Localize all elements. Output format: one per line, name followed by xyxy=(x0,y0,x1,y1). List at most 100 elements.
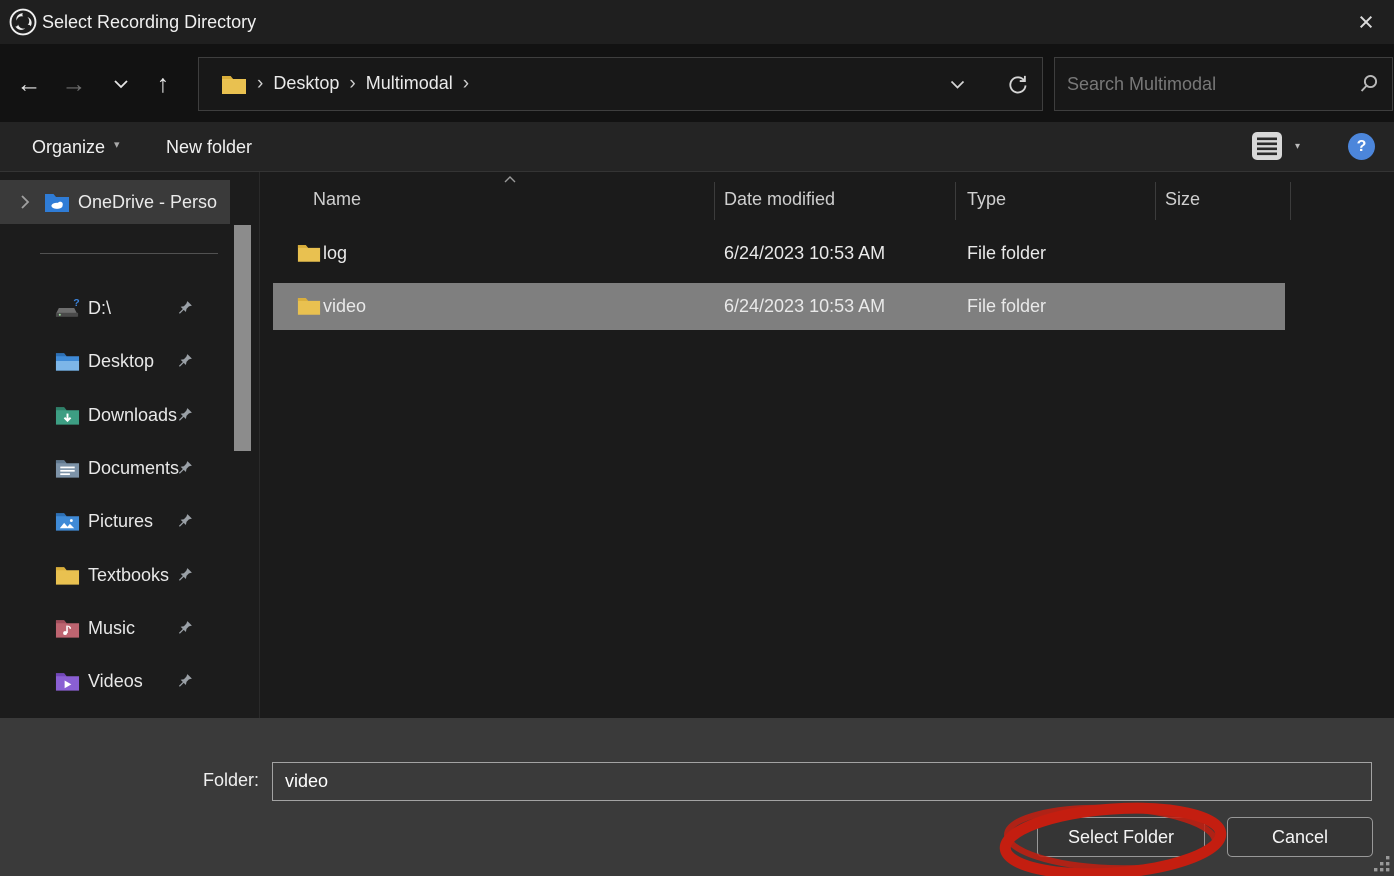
help-button[interactable]: ? xyxy=(1348,133,1375,160)
sidebar-item-label: OneDrive - Perso xyxy=(78,192,217,213)
organize-label: Organize xyxy=(32,137,105,158)
search-icon[interactable] xyxy=(1358,73,1380,95)
pin-icon[interactable] xyxy=(176,619,194,637)
sidebar-item-videos[interactable]: Videos xyxy=(0,661,230,701)
recent-locations-button[interactable] xyxy=(103,66,139,102)
sidebar-item-desktop[interactable]: Desktop xyxy=(0,341,230,381)
refresh-button[interactable] xyxy=(1000,67,1034,101)
organize-button[interactable]: Organize ▾ xyxy=(32,122,120,172)
breadcrumb: ›Desktop›Multimodal› xyxy=(247,73,479,95)
sidebar-item-d[interactable]: ? D:\ xyxy=(0,288,230,328)
view-mode-button[interactable]: ▾ xyxy=(1251,131,1300,161)
breadcrumb-separator-icon: › xyxy=(257,73,263,94)
folder-field-label: Folder: xyxy=(203,770,259,791)
column-header-date-modified[interactable]: Date modified xyxy=(724,176,835,222)
folder-plain-icon xyxy=(297,295,321,316)
folder-icon xyxy=(221,73,247,95)
sidebar-item-documents[interactable]: Documents xyxy=(0,448,230,488)
pin-icon[interactable] xyxy=(176,512,194,530)
folder-desktop-icon xyxy=(55,350,80,372)
sidebar-item-label: Desktop xyxy=(88,351,154,372)
dialog-footer: Folder: Select Folder Cancel xyxy=(0,718,1394,876)
sidebar-item-label: D:\ xyxy=(88,298,111,319)
column-divider[interactable] xyxy=(714,182,715,220)
window-title: Select Recording Directory xyxy=(42,12,256,33)
up-button[interactable]: ↑ xyxy=(145,66,181,102)
folder-name-input[interactable] xyxy=(272,762,1372,801)
column-divider[interactable] xyxy=(1155,182,1156,220)
column-header-type[interactable]: Type xyxy=(967,176,1006,222)
folder-music-icon xyxy=(55,617,80,639)
sidebar-divider xyxy=(40,253,218,254)
sidebar-scrollbar-thumb[interactable] xyxy=(234,225,251,451)
arrow-up-icon: ↑ xyxy=(157,70,170,99)
close-icon[interactable]: × xyxy=(1348,4,1384,40)
titlebar: Select Recording Directory × xyxy=(0,0,1394,44)
pin-icon[interactable] xyxy=(176,352,194,370)
forward-button[interactable]: → xyxy=(56,66,92,102)
folder-downloads-icon xyxy=(55,404,80,426)
file-type: File folder xyxy=(967,283,1046,330)
address-dropdown-button[interactable] xyxy=(940,67,974,101)
breadcrumb-item[interactable]: Multimodal xyxy=(366,73,453,93)
main-content: OneDrive - Perso ?D:\ Desktop Downloads … xyxy=(0,172,1394,718)
file-name: video xyxy=(323,283,366,330)
pin-icon[interactable] xyxy=(176,459,194,477)
sort-ascending-icon xyxy=(503,175,517,184)
search-box xyxy=(1054,57,1393,111)
file-row-log[interactable]: log 6/24/2023 10:53 AM File folder xyxy=(273,230,1285,277)
navigation-pane: OneDrive - Perso ?D:\ Desktop Downloads … xyxy=(0,172,260,718)
svg-text:?: ? xyxy=(73,297,79,309)
back-button[interactable]: ← xyxy=(11,66,47,102)
pin-icon[interactable] xyxy=(176,299,194,317)
pin-icon[interactable] xyxy=(176,672,194,690)
chevron-down-icon xyxy=(113,79,129,89)
select-folder-button[interactable]: Select Folder xyxy=(1037,817,1205,857)
refresh-icon xyxy=(1006,73,1028,95)
column-divider[interactable] xyxy=(955,182,956,220)
sidebar-item-textbooks[interactable]: Textbooks xyxy=(0,555,230,595)
file-date-modified: 6/24/2023 10:53 AM xyxy=(724,230,885,277)
sidebar-item-label: Pictures xyxy=(88,511,153,532)
column-header-name[interactable]: Name xyxy=(313,176,361,222)
search-input[interactable] xyxy=(1055,74,1352,95)
breadcrumb-item[interactable]: Desktop xyxy=(273,73,339,93)
file-type: File folder xyxy=(967,230,1046,277)
chevron-right-icon[interactable] xyxy=(20,194,30,210)
obs-logo-icon xyxy=(8,7,38,37)
file-list-header: Name Date modified Type Size xyxy=(260,176,1394,222)
file-list: Name Date modified Type Size log 6/24/202… xyxy=(260,172,1394,718)
navigation-bar: ← → ↑ ›Desktop›Multimodal› xyxy=(0,44,1394,122)
sidebar-item-pictures[interactable]: Pictures xyxy=(0,501,230,541)
sidebar-item-label: Music xyxy=(88,618,135,639)
sidebar-item-music[interactable]: Music xyxy=(0,608,230,648)
chevron-down-icon xyxy=(950,80,965,89)
chevron-down-icon: ▾ xyxy=(1295,141,1300,152)
folder-plain-icon xyxy=(297,242,321,263)
sidebar-item-downloads[interactable]: Downloads xyxy=(0,395,230,435)
file-name: log xyxy=(323,230,347,277)
column-header-size[interactable]: Size xyxy=(1165,176,1200,222)
resize-grip[interactable] xyxy=(1372,854,1392,874)
command-toolbar: Organize ▾ New folder ▾ ? xyxy=(0,122,1394,172)
folder-plain-icon xyxy=(55,564,80,586)
folder-pictures-icon xyxy=(55,510,80,532)
sidebar-item-label: Documents xyxy=(88,458,179,479)
folder-onedrive-icon xyxy=(44,191,70,213)
address-bar[interactable]: ›Desktop›Multimodal› xyxy=(198,57,1043,111)
sidebar-item-onedrive[interactable]: OneDrive - Perso xyxy=(0,180,230,224)
folder-videos-icon xyxy=(55,670,80,692)
arrow-right-icon: → xyxy=(62,70,87,99)
file-row-video[interactable]: video6/24/2023 10:53 AMFile folder xyxy=(273,283,1285,330)
new-folder-button[interactable]: New folder xyxy=(166,122,252,172)
sidebar-item-label: Videos xyxy=(88,671,143,692)
column-divider[interactable] xyxy=(1290,182,1291,220)
cancel-button[interactable]: Cancel xyxy=(1227,817,1373,857)
pin-icon[interactable] xyxy=(176,566,194,584)
details-view-icon xyxy=(1251,131,1283,161)
folder-documents-icon xyxy=(55,457,80,479)
select-recording-directory-dialog: Select Recording Directory × ← → ↑ › Desk… xyxy=(0,0,1394,876)
chevron-down-icon: ▾ xyxy=(114,138,120,151)
arrow-left-icon: ← xyxy=(17,70,42,99)
pin-icon[interactable] xyxy=(176,406,194,424)
